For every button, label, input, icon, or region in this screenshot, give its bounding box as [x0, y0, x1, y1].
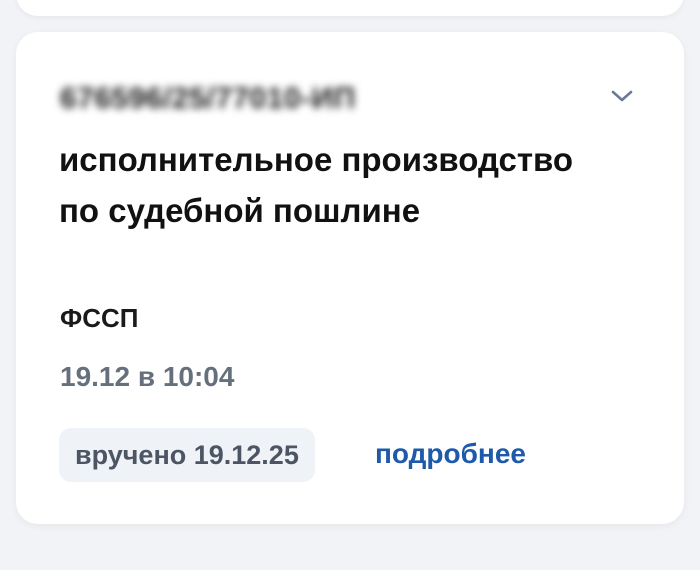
notification-card[interactable]: 676596/25/77010-ИП исполнительное произв… [16, 32, 684, 524]
status-badge: вручено 19.12.25 [59, 428, 315, 482]
previous-notification-card [16, 0, 684, 16]
details-link[interactable]: подробнее [375, 438, 526, 470]
notification-datetime: 19.12 в 10:04 [60, 361, 235, 392]
status-badge-label: вручено 19.12.25 [75, 439, 299, 470]
expand-button[interactable] [608, 84, 636, 108]
sender-name: ФССП [60, 303, 139, 333]
chevron-down-icon [611, 90, 633, 102]
case-number: 676596/25/77010-ИП [60, 82, 356, 115]
notification-title: исполнительное производство по судебной … [59, 141, 574, 229]
